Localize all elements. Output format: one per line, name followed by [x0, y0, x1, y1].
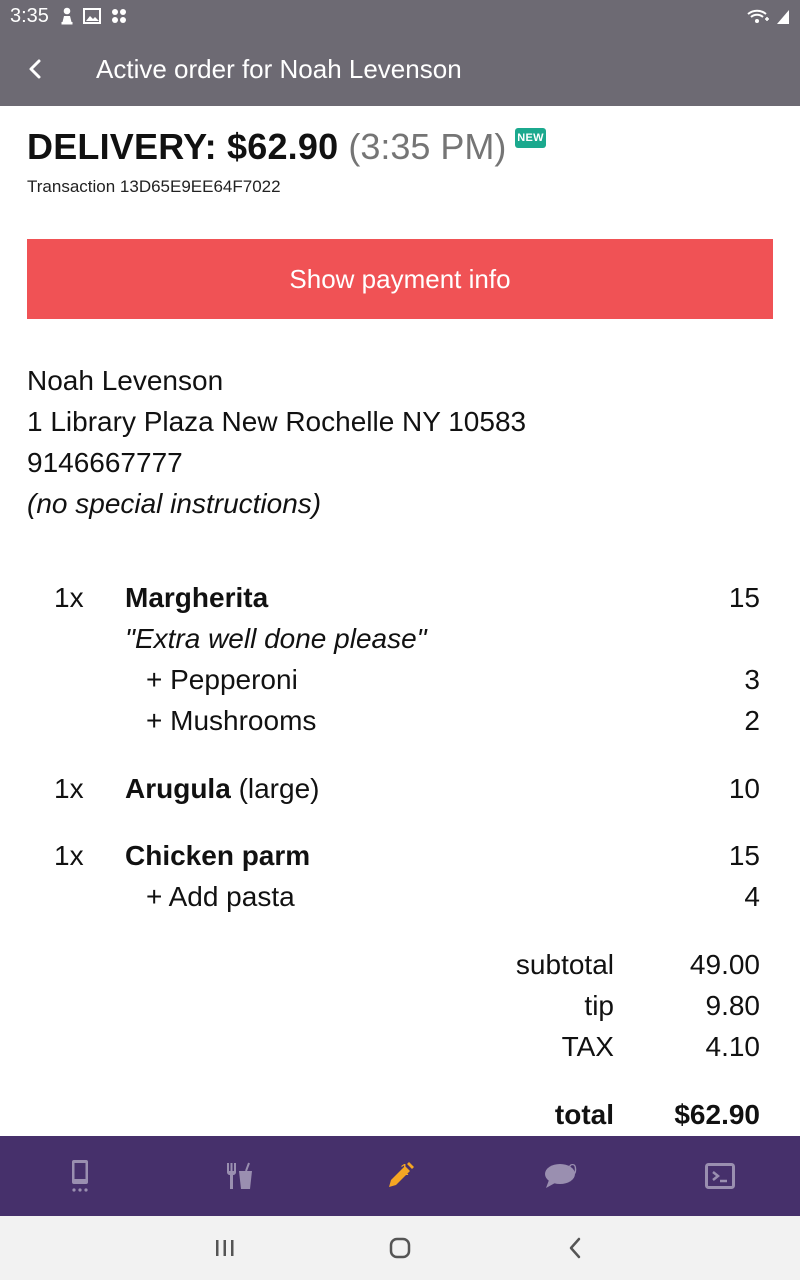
total-value: $62.90 [674, 1099, 760, 1130]
order-time: (3:35 PM) [348, 126, 507, 167]
item-variant: (large) [238, 773, 320, 804]
customer-info: Noah Levenson 1 Library Plaza New Rochel… [27, 360, 526, 524]
system-nav-bar [0, 1216, 800, 1280]
item-price: 15 [728, 582, 760, 613]
list-item: 1x Arugula (large) 10 [0, 773, 800, 813]
subtotal-label: subtotal [515, 949, 614, 980]
messages-count: 0 [568, 1162, 577, 1179]
nav-messages[interactable]: 0 [480, 1136, 640, 1216]
item-qty: 1x [54, 840, 84, 871]
customer-name: Noah Levenson [27, 365, 224, 396]
item-qty: 1x [54, 582, 84, 613]
terminal-icon [705, 1163, 735, 1189]
nav-terminal[interactable] [640, 1136, 800, 1216]
status-icons [61, 7, 127, 25]
chevron-left-icon [29, 59, 41, 79]
tax-label: TAX [561, 1031, 614, 1062]
nav-menu[interactable] [160, 1136, 320, 1216]
item-price: 15 [728, 840, 760, 871]
back-nav-button[interactable] [488, 1216, 663, 1280]
app-title: Active order for Noah Levenson [96, 53, 462, 84]
subtotal-value: 49.00 [689, 949, 760, 980]
item-name: Margherita [125, 582, 269, 613]
recents-icon [216, 1240, 234, 1256]
item-name: Chicken parm [125, 840, 311, 871]
tax-value: 4.10 [705, 1031, 761, 1062]
wifi-icon [747, 9, 769, 23]
image-icon [82, 8, 101, 24]
status-right [746, 7, 790, 25]
signal-icon [777, 10, 789, 24]
apps-icon [111, 9, 126, 23]
new-badge: NEW [515, 128, 546, 148]
nav-device[interactable] [0, 1136, 160, 1216]
nav-orders[interactable]: 1 [320, 1136, 480, 1216]
modifier-price: 2 [744, 705, 760, 736]
app-bar: Active order for Noah Levenson [0, 32, 800, 106]
chevron-left-icon [569, 1237, 581, 1259]
status-bar: 3:35 [0, 0, 800, 32]
special-instructions: (no special instructions) [27, 488, 322, 519]
food-icon [227, 1162, 252, 1189]
item-name: Arugula (large) [125, 773, 320, 804]
list-item: 1x Margherita 15 [0, 582, 800, 622]
orders-count: 1 [400, 1162, 409, 1179]
item-modifier: + Pepperoni [146, 664, 298, 695]
order-headline: DELIVERY: $62.90 (3:35 PM) [27, 126, 506, 168]
item-modifier: + Add pasta [146, 881, 295, 912]
customer-phone: 9146667777 [27, 447, 183, 478]
recents-button[interactable] [138, 1216, 313, 1280]
chess-pawn-icon [61, 7, 73, 25]
total-label: total [554, 1099, 614, 1130]
item-qty: 1x [54, 773, 84, 804]
home-icon [389, 1237, 411, 1259]
show-payment-info-button[interactable]: Show payment info [27, 239, 773, 319]
delivery-total: DELIVERY: $62.90 [27, 126, 339, 167]
modifier-price: 4 [744, 881, 760, 912]
tip-value: 9.80 [705, 990, 761, 1021]
tip-label: tip [584, 990, 614, 1021]
bottom-nav: 1 0 [0, 1136, 800, 1216]
status-time: 3:35 [10, 4, 49, 27]
customer-address: 1 Library Plaza New Rochelle NY 10583 [27, 406, 527, 437]
transaction-id: Transaction 13D65E9EE64F7022 [27, 177, 281, 196]
order-content[interactable]: DELIVERY: $62.90 (3:35 PM) NEW Transacti… [0, 106, 800, 1136]
modifier-price: 3 [744, 664, 760, 695]
item-note: "Extra well done please" [125, 623, 427, 654]
item-modifier: + Mushrooms [146, 705, 317, 736]
device-icon [72, 1160, 88, 1192]
list-item: 1x Chicken parm 15 [0, 840, 800, 880]
home-button[interactable] [313, 1216, 488, 1280]
back-button[interactable] [0, 32, 72, 106]
item-price: 10 [728, 773, 760, 804]
